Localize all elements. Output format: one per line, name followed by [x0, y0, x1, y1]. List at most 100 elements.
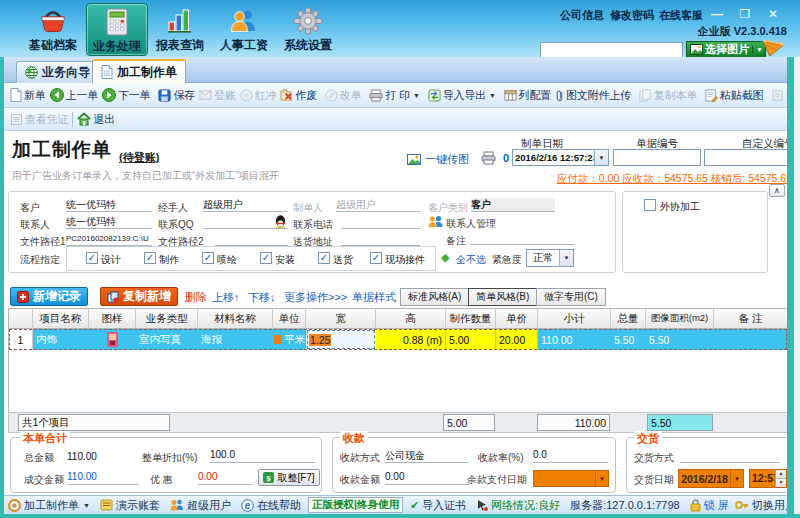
status-user[interactable]: 超级用户 [167, 498, 234, 513]
process-make-checkbox[interactable]: ✓ [144, 252, 156, 264]
order-no-input[interactable] [613, 149, 701, 166]
contact-field[interactable]: 统一优玛特 [66, 215, 152, 229]
next-order-button[interactable]: 下一单 [100, 86, 152, 105]
cone-icon[interactable] [761, 38, 786, 58]
check-icon: ✔ [410, 499, 419, 512]
online-support-link[interactable]: 在线客服 [659, 8, 703, 23]
window-maximize-button[interactable]: ❒ [735, 7, 755, 21]
status-account[interactable]: 演示账套 [97, 498, 163, 513]
window-minimize-button[interactable]: — [707, 7, 727, 21]
process-deliver-checkbox[interactable]: ✓ [318, 252, 330, 264]
width-cell-editing[interactable]: 1.25 [306, 329, 376, 350]
process-onsite-checkbox[interactable]: ✓ [370, 252, 382, 264]
nav-hr-payroll[interactable]: 人事工资 [213, 3, 275, 56]
subtotal-total-box: 110.00 [537, 414, 610, 431]
phone-field[interactable] [341, 215, 420, 229]
save-button[interactable]: 保存 [156, 86, 197, 105]
totals-legend: 本单合计 [20, 431, 70, 446]
style-standard-button[interactable]: 标准风格(A) [400, 288, 469, 306]
payment-rate-field[interactable]: 0.0 [533, 449, 608, 463]
copy-order-button[interactable]: 复制本单 [637, 86, 699, 105]
nav-system-settings[interactable]: 系统设置 [277, 3, 339, 56]
exit-button[interactable]: 退出 [75, 110, 117, 129]
due-date-combo[interactable]: ▼ [533, 470, 609, 487]
import-export-button[interactable]: 导入导出▼ [426, 86, 498, 105]
nav-basic-archives[interactable]: 基础档案 [22, 3, 84, 56]
collapse-button[interactable]: ∧ [769, 184, 785, 197]
row-thumbnail-cell [89, 329, 136, 350]
delivery-method-field[interactable] [680, 449, 780, 463]
file-path1-field[interactable]: PC201602082139:C:\U [66, 232, 152, 246]
previous-order-button[interactable]: 上一单 [48, 86, 100, 105]
customer-field[interactable]: 统一优玛特 [66, 198, 152, 212]
dropdown-arrow-icon[interactable]: ▼ [594, 150, 608, 165]
pending-post-link[interactable]: (待登账) [119, 150, 159, 165]
modify-order-button[interactable]: 改单 [323, 86, 364, 105]
attachment-upload-button[interactable]: 图文附件上传 [553, 86, 633, 105]
nav-business-processing[interactable]: 业务处理 [86, 3, 148, 56]
qq-icon[interactable] [275, 215, 286, 228]
pick-image-button[interactable]: 选择图片 ▼ [686, 41, 766, 58]
reverse-entry-button[interactable]: 红冲 [238, 86, 279, 105]
cursor-icon [476, 499, 488, 511]
print-button[interactable]: 打 印▼ [367, 86, 421, 105]
bar-chart-icon [165, 7, 195, 35]
discount-field[interactable]: 100.0 [210, 449, 315, 463]
note-field[interactable] [470, 231, 574, 245]
select-none-link[interactable]: 全不选 [456, 253, 486, 267]
address-field[interactable] [341, 232, 420, 246]
process-design-checkbox[interactable]: ✓ [86, 252, 98, 264]
style-simple-button[interactable]: 简单风格(B) [468, 288, 537, 306]
round-button[interactable]: $ 取整[F7] [258, 469, 320, 486]
company-info-link[interactable]: 公司信息 [560, 8, 604, 23]
image-path-input[interactable] [540, 42, 683, 58]
status-bar: 加工制作单▼ 演示账套 超级用户 e 在线帮助 正版授权|终身使用 ✔ 导入证书 [0, 495, 800, 514]
make-date-combo[interactable]: 2016/2/16 12:57:23 ▼ [512, 149, 609, 166]
outsource-checkbox[interactable] [644, 199, 656, 211]
status-help[interactable]: e 在线帮助 [238, 498, 304, 513]
custom-no-input[interactable] [704, 149, 790, 166]
discount-off-field[interactable]: 0.00 [198, 471, 253, 485]
status-import-cert[interactable]: ✔ 导入证书 [407, 498, 469, 513]
process-spray-checkbox[interactable]: ✓ [202, 252, 214, 264]
payment-method-field[interactable]: 公司现金 [385, 449, 469, 463]
column-config-button[interactable]: 列配置 [502, 86, 553, 105]
process-install-checkbox[interactable]: ✓ [260, 252, 272, 264]
add-record-button[interactable]: 新增记录 [10, 287, 88, 306]
move-up-link[interactable]: 上移↑ [212, 290, 240, 305]
deal-amount-field[interactable]: 110.00 [67, 471, 139, 485]
change-password-link[interactable]: 修改密码 [610, 8, 654, 23]
one-key-image-link[interactable]: 一键传图 [407, 152, 469, 167]
table-row[interactable]: 1 内饰 室内写真 海报 平米 1.25 0.88 (m) 5.00 20.00… [9, 329, 787, 350]
style-text-button[interactable]: 做字专用(C) [536, 288, 606, 306]
dropdown-arrow-icon[interactable]: ▼ [559, 250, 573, 266]
status-doc-type[interactable]: 加工制作单▼ [5, 498, 93, 513]
doc-style-link[interactable]: 单据样式 [352, 290, 396, 305]
window-close-button[interactable]: ✕ [763, 7, 783, 21]
post-account-button[interactable]: 登账 [197, 86, 238, 105]
more-operations-link[interactable]: 更多操作>>> [284, 290, 347, 305]
delivery-time-spinner[interactable]: 12:57 ▲▼ [749, 469, 787, 488]
nav-report-query[interactable]: 报表查询 [149, 3, 211, 56]
paste-screenshot-button[interactable]: 粘贴截图 [703, 86, 765, 105]
tab-business-wizard[interactable]: 业务向导 [16, 61, 99, 83]
edition-version-label: 企业版 V2.3.0.418 [698, 24, 787, 39]
copy-add-button[interactable]: 复制新增 [100, 287, 178, 306]
delete-row-link[interactable]: 删除 [185, 290, 207, 305]
payment-amount-field[interactable]: 0.00 [385, 471, 469, 485]
delivery-date-combo[interactable]: 2016/2/18 ▼ [678, 469, 744, 488]
void-order-button[interactable]: 作废 [278, 86, 319, 105]
move-down-link[interactable]: 下移↓ [248, 290, 276, 305]
print-count-icon[interactable] [481, 151, 496, 165]
view-voucher-button[interactable]: 查看凭证 [8, 110, 70, 129]
tab-work-order[interactable]: 加工制作单 [92, 59, 186, 83]
new-order-button[interactable]: 新单 [8, 86, 48, 105]
urgency-combo[interactable]: 正常 ▼ [526, 249, 574, 267]
handler-field[interactable]: 超级用户 [203, 198, 288, 212]
dropdown-arrow-icon[interactable]: ▼ [595, 471, 608, 486]
dropdown-arrow-icon[interactable]: ▼ [730, 470, 743, 487]
lock-screen-button[interactable]: 锁 屏 [687, 498, 732, 513]
file-path2-field[interactable] [215, 232, 288, 246]
customer-type-label: 客户类别 [428, 201, 468, 215]
contact-manager-link[interactable]: 联系人管理 [446, 217, 496, 231]
